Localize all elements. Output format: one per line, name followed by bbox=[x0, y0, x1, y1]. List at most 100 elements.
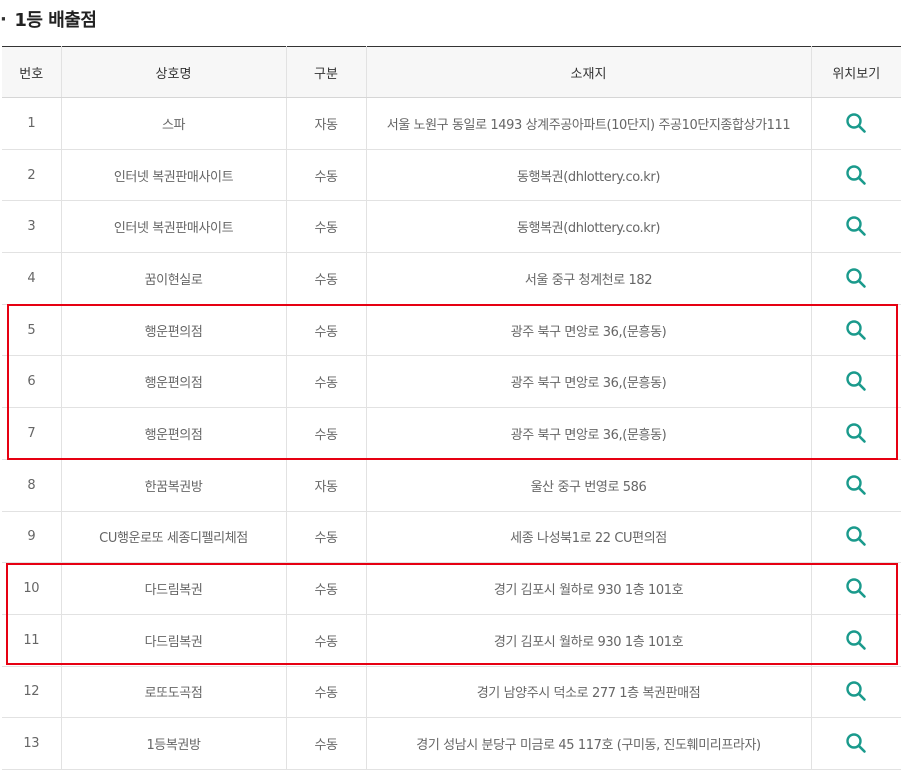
row-number: 6 bbox=[2, 355, 62, 409]
row-address: 세종 나성북1로 22 CU편의점 bbox=[365, 511, 812, 564]
section-title: · 1등 배출점 bbox=[0, 0, 97, 38]
row-type: 자동 bbox=[285, 459, 367, 512]
search-icon[interactable] bbox=[842, 677, 870, 705]
table-row: 3 인터넷 복권판매사이트 수동 동행복권(dhlottery.co.kr) bbox=[2, 200, 901, 254]
row-location bbox=[810, 149, 901, 202]
row-shop-name: 스파 bbox=[60, 97, 287, 150]
row-type: 수동 bbox=[285, 614, 367, 667]
table-row: 7 행운편의점 수동 광주 북구 면앙로 36,(문흥동) bbox=[2, 407, 901, 460]
table-row: 4 꿈이현실로 수동 서울 중구 청계천로 182 bbox=[2, 252, 901, 305]
search-icon[interactable] bbox=[842, 109, 870, 137]
table-row: 11 다드림복권 수동 경기 김포시 월하로 930 1층 101호 bbox=[2, 614, 901, 667]
table-row: 6 행운편의점 수동 광주 북구 면앙로 36,(문흥동) bbox=[2, 355, 901, 409]
row-address: 광주 북구 면앙로 36,(문흥동) bbox=[365, 407, 812, 460]
row-location bbox=[810, 717, 901, 770]
table-row: 10 다드림복권 수동 경기 김포시 월하로 930 1층 101호 bbox=[2, 562, 901, 615]
row-shop-name: 행운편의점 bbox=[60, 355, 287, 409]
table-body: 1 스파 자동 서울 노원구 동일로 1493 상계주공아파트(10단지) 주공10단… bbox=[2, 97, 901, 770]
header-number: 번호 bbox=[2, 46, 62, 98]
row-location bbox=[810, 562, 901, 615]
search-icon[interactable] bbox=[842, 626, 870, 654]
row-address: 서울 노원구 동일로 1493 상계주공아파트(10단지) 주공10단지종합상가… bbox=[365, 97, 812, 150]
row-location bbox=[810, 407, 901, 460]
row-number: 1 bbox=[2, 97, 62, 150]
row-shop-name: 한꿈복권방 bbox=[60, 459, 287, 512]
search-icon[interactable] bbox=[842, 522, 870, 550]
row-location bbox=[810, 355, 901, 409]
row-number: 11 bbox=[2, 614, 62, 667]
row-shop-name: 다드림복권 bbox=[60, 614, 287, 667]
table-header-row: 번호 상호명 구분 소재지 위치보기 bbox=[2, 46, 901, 98]
search-icon[interactable] bbox=[842, 729, 870, 757]
row-number: 3 bbox=[2, 200, 62, 254]
row-location bbox=[810, 97, 901, 150]
row-number: 7 bbox=[2, 407, 62, 460]
row-shop-name: 1등복권방 bbox=[60, 717, 287, 770]
search-icon[interactable] bbox=[842, 212, 870, 240]
row-type: 수동 bbox=[285, 407, 367, 460]
row-type: 수동 bbox=[285, 252, 367, 305]
row-type: 수동 bbox=[285, 562, 367, 615]
section-title-text: 1등 배출점 bbox=[14, 10, 97, 31]
search-icon[interactable] bbox=[842, 419, 870, 447]
row-location bbox=[810, 459, 901, 512]
table-row: 13 1등복권방 수동 경기 성남시 분당구 미금로 45 117호 (구미동, 진도… bbox=[2, 717, 901, 770]
row-address: 경기 김포시 월하로 930 1층 101호 bbox=[365, 614, 812, 667]
title-bullet: · bbox=[0, 8, 7, 30]
row-number: 2 bbox=[2, 149, 62, 202]
table-row: 12 로또도곡점 수동 경기 남양주시 덕소로 277 1층 복권판매점 bbox=[2, 666, 901, 719]
row-address: 동행복권(dhlottery.co.kr) bbox=[365, 200, 812, 254]
table-row: 1 스파 자동 서울 노원구 동일로 1493 상계주공아파트(10단지) 주공10단… bbox=[2, 97, 901, 150]
search-icon[interactable] bbox=[842, 316, 870, 344]
row-location bbox=[810, 200, 901, 254]
row-type: 수동 bbox=[285, 149, 367, 202]
row-type: 수동 bbox=[285, 200, 367, 254]
row-type: 수동 bbox=[285, 717, 367, 770]
row-address: 경기 성남시 분당구 미금로 45 117호 (구미동, 진도훼미리프라자) bbox=[365, 717, 812, 770]
row-address: 울산 중구 번영로 586 bbox=[365, 459, 812, 512]
row-type: 수동 bbox=[285, 511, 367, 564]
header-location: 위치보기 bbox=[810, 46, 901, 98]
row-address: 동행복권(dhlottery.co.kr) bbox=[365, 149, 812, 202]
row-location bbox=[810, 666, 901, 719]
row-address: 서울 중구 청계천로 182 bbox=[365, 252, 812, 305]
header-shop-name: 상호명 bbox=[60, 46, 287, 98]
row-shop-name: 인터넷 복권판매사이트 bbox=[60, 200, 287, 254]
header-address: 소재지 bbox=[365, 46, 812, 98]
row-shop-name: CU행운로또 세종디펠리체점 bbox=[60, 511, 287, 564]
row-type: 수동 bbox=[285, 304, 367, 357]
row-address: 광주 북구 면앙로 36,(문흥동) bbox=[365, 355, 812, 409]
row-shop-name: 행운편의점 bbox=[60, 407, 287, 460]
row-type: 수동 bbox=[285, 355, 367, 409]
row-number: 4 bbox=[2, 252, 62, 305]
row-number: 12 bbox=[2, 666, 62, 719]
row-number: 10 bbox=[2, 562, 62, 615]
row-address: 경기 남양주시 덕소로 277 1층 복권판매점 bbox=[365, 666, 812, 719]
search-icon[interactable] bbox=[842, 367, 870, 395]
row-number: 5 bbox=[2, 304, 62, 357]
row-location bbox=[810, 252, 901, 305]
table-row: 9 CU행운로또 세종디펠리체점 수동 세종 나성북1로 22 CU편의점 bbox=[2, 511, 901, 564]
row-shop-name: 행운편의점 bbox=[60, 304, 287, 357]
row-location bbox=[810, 614, 901, 667]
row-location bbox=[810, 304, 901, 357]
row-type: 자동 bbox=[285, 97, 367, 150]
row-number: 8 bbox=[2, 459, 62, 512]
row-shop-name: 꿈이현실로 bbox=[60, 252, 287, 305]
table-row: 2 인터넷 복권판매사이트 수동 동행복권(dhlottery.co.kr) bbox=[2, 149, 901, 202]
row-location bbox=[810, 511, 901, 564]
search-icon[interactable] bbox=[842, 471, 870, 499]
row-number: 13 bbox=[2, 717, 62, 770]
row-type: 수동 bbox=[285, 666, 367, 719]
table-row: 8 한꿈복권방 자동 울산 중구 번영로 586 bbox=[2, 459, 901, 512]
row-shop-name: 다드림복권 bbox=[60, 562, 287, 615]
table-row: 5 행운편의점 수동 광주 북구 면앙로 36,(문흥동) bbox=[2, 304, 901, 357]
winner-shops-table: 번호 상호명 구분 소재지 위치보기 1 스파 자동 서울 노원구 동일로 1493 … bbox=[2, 46, 901, 770]
row-shop-name: 로또도곡점 bbox=[60, 666, 287, 719]
search-icon[interactable] bbox=[842, 161, 870, 189]
search-icon[interactable] bbox=[842, 574, 870, 602]
search-icon[interactable] bbox=[842, 264, 870, 292]
row-shop-name: 인터넷 복권판매사이트 bbox=[60, 149, 287, 202]
header-type: 구분 bbox=[285, 46, 367, 98]
row-address: 광주 북구 면앙로 36,(문흥동) bbox=[365, 304, 812, 357]
